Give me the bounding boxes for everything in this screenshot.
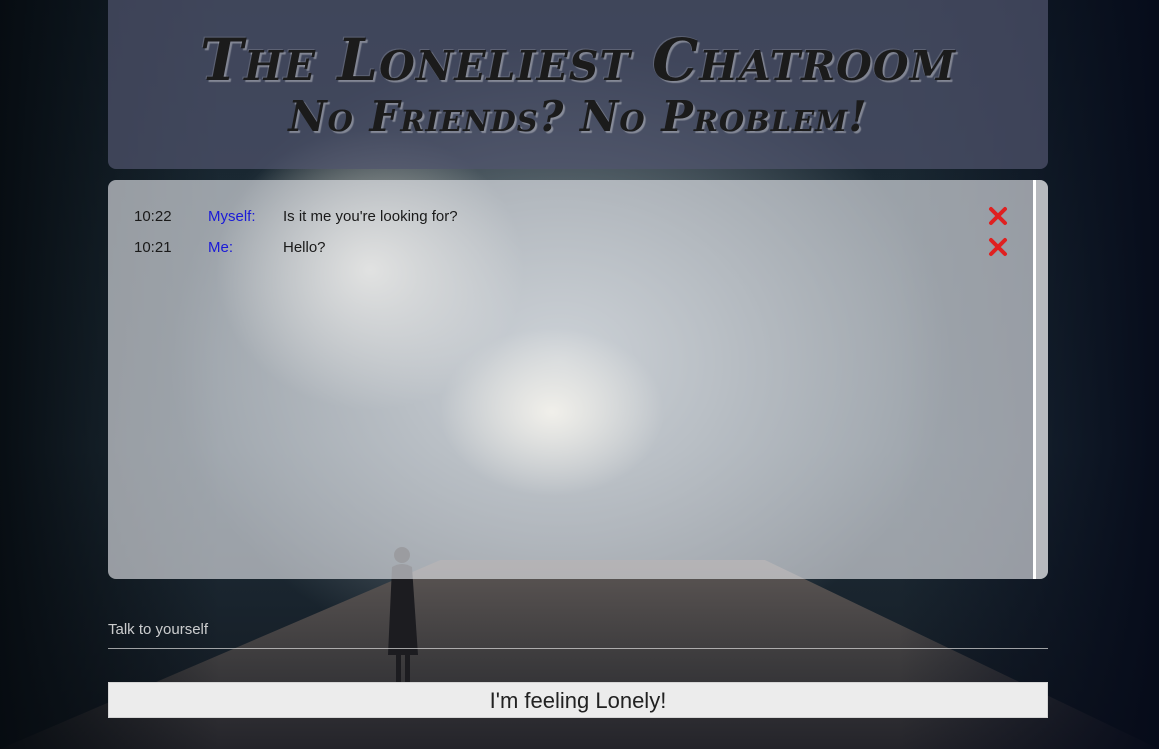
lonely-button[interactable]: I'm feeling Lonely!: [108, 682, 1048, 718]
chat-message: 10:21 Me: Hello?: [134, 235, 1014, 259]
message-author: Myself:: [208, 208, 256, 225]
message-input-row: [108, 612, 1048, 649]
page-subtitle: No Friends? No Problem!: [288, 92, 868, 141]
page-title: The Loneliest Chatroom: [200, 26, 956, 94]
message-input[interactable]: [108, 612, 1048, 646]
chat-scrollbar-track[interactable]: [1033, 180, 1036, 579]
message-author: Me:: [208, 239, 234, 256]
close-icon[interactable]: [986, 235, 1010, 259]
chat-message: 10:22 Myself: Is it me you're looking fo…: [134, 204, 1014, 228]
chat-window[interactable]: 10:22 Myself: Is it me you're looking fo…: [108, 180, 1048, 579]
message-text: Is it me you're looking for?: [283, 208, 458, 225]
message-text: Hello?: [283, 239, 326, 256]
message-time: 10:21: [134, 239, 172, 256]
message-time: 10:22: [134, 208, 172, 225]
page-header: The Loneliest Chatroom No Friends? No Pr…: [108, 0, 1048, 169]
close-icon[interactable]: [986, 204, 1010, 228]
